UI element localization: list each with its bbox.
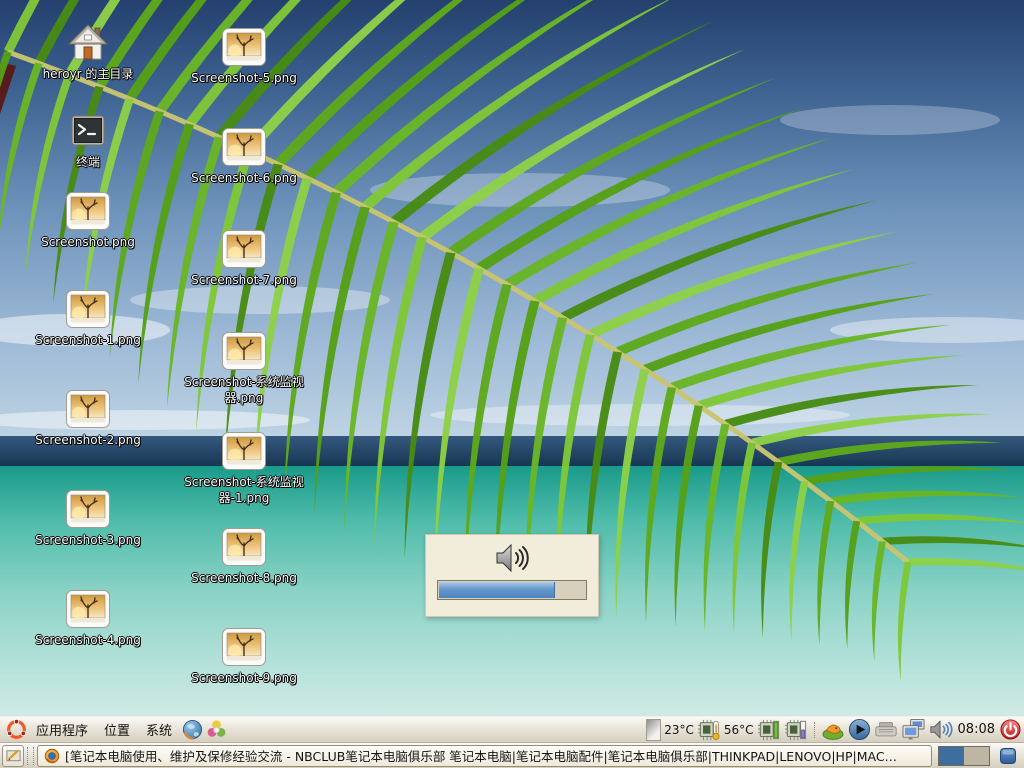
image-file-icon [65,288,111,330]
icon-label: Screenshot-2.png [35,433,141,449]
taskbar-panel: [笔记本电脑使用、维护及保修经验交流 - NBCLUB笔记本电脑俱乐部 笔记本电… [0,742,1024,768]
system-tray: 23°C 56°C 08:08 [646,718,1024,741]
icon-label: Screenshot-系统监视器-1.png [177,475,311,506]
desktop-icon[interactable]: Screenshot.png [18,190,158,251]
icon-label: Screenshot-1.png [35,333,141,349]
icon-label: Screenshot.png [41,235,135,251]
temp-cpu-value: 56°C [724,723,754,737]
chip-green-monitor-icon[interactable] [757,719,781,741]
icon-label: Screenshot-9.png [191,671,297,687]
image-file-icon [221,228,267,270]
image-file-icon [221,626,267,668]
icon-label: Screenshot-6.png [191,171,297,187]
workspace-switcher [938,746,990,766]
desktop-icon[interactable]: Screenshot-6.png [174,126,314,187]
desktop-icon[interactable]: Screenshot-2.png [18,388,158,449]
desktop[interactable]: heroyr 的主目录 终端 Screenshot.png Screenshot… [0,0,1024,716]
desktop-icon-terminal[interactable]: 终端 [18,110,158,171]
browser-launcher-icon[interactable] [180,718,204,742]
volume-applet-icon[interactable] [929,720,953,739]
shutdown-button-icon[interactable] [1000,719,1021,740]
task-window-title: [笔记本电脑使用、维护及保修经验交流 - NBCLUB笔记本电脑俱乐部 笔记本电… [65,746,925,765]
printer-applet-icon[interactable] [874,721,898,738]
image-file-icon [221,26,267,68]
volume-osd [425,534,599,617]
sensor-graph-icon[interactable] [646,719,661,741]
image-file-icon [221,430,267,472]
cpu-thermometer-icon[interactable] [697,719,721,741]
workspace-1[interactable] [939,747,964,765]
image-file-icon [65,488,111,530]
volume-osd-bar [437,580,587,600]
home-icon [65,22,111,64]
gnome-panel: 应用程序 位置 系统 23°C 56°C 08:08 [0,716,1024,742]
icon-label: Screenshot-5.png [191,71,297,87]
panel-handle[interactable] [27,747,34,765]
trash-applet-icon[interactable] [996,744,1020,768]
desktop-icon[interactable]: Screenshot-4.png [18,588,158,649]
icon-label: Screenshot-7.png [191,273,297,289]
panel-separator [814,722,815,738]
applications-menu[interactable]: 应用程序 [28,718,96,742]
volume-osd-fill [439,582,555,598]
desktop-icon[interactable]: Screenshot-系统监视器-1.png [174,430,314,506]
system-menu[interactable]: 系统 [138,718,180,742]
speaker-icon [492,542,532,574]
show-desktop-button[interactable] [2,745,24,767]
places-menu-label: 位置 [104,720,130,739]
applications-menu-label: 应用程序 [36,720,88,739]
network-monitors-icon[interactable] [901,718,926,741]
temp-ambient-value: 23°C [664,723,694,737]
task-button[interactable]: [笔记本电脑使用、维护及保修经验交流 - NBCLUB笔记本电脑俱乐部 笔记本电… [37,745,932,767]
image-file-icon [221,526,267,568]
fish-applet-icon[interactable] [821,720,845,740]
icon-label: 终端 [76,155,100,171]
image-file-icon [221,126,267,168]
icon-label: Screenshot-8.png [191,571,297,587]
places-menu[interactable]: 位置 [96,718,138,742]
desktop-icon[interactable]: Screenshot-3.png [18,488,158,549]
distro-logo-icon[interactable] [4,718,28,742]
icon-label: Screenshot-4.png [35,633,141,649]
workspace-2[interactable] [964,747,989,765]
chip-purple-monitor-icon[interactable] [784,719,808,741]
icon-label: Screenshot-3.png [35,533,141,549]
graphics-app-launcher-icon[interactable] [204,718,228,742]
desktop-icon[interactable]: Screenshot-5.png [174,26,314,87]
image-file-icon [65,190,111,232]
show-desktop-icon [5,747,22,764]
media-play-icon[interactable] [848,718,871,741]
image-file-icon [65,588,111,630]
image-file-icon [221,330,267,372]
image-file-icon [65,388,111,430]
desktop-icon[interactable]: Screenshot-1.png [18,288,158,349]
firefox-window-icon [44,748,60,764]
desktop-icon[interactable]: Screenshot-系统监视器.png [174,330,314,406]
system-menu-label: 系统 [146,720,172,739]
icon-label: heroyr 的主目录 [43,67,134,83]
desktop-icon-home[interactable]: heroyr 的主目录 [18,22,158,83]
icon-label: Screenshot-系统监视器.png [177,375,311,406]
desktop-icon[interactable]: Screenshot-7.png [174,228,314,289]
desktop-icon[interactable]: Screenshot-9.png [174,626,314,687]
terminal-icon [65,110,111,152]
desktop-icon[interactable]: Screenshot-8.png [174,526,314,587]
clock[interactable]: 08:08 [958,722,995,737]
